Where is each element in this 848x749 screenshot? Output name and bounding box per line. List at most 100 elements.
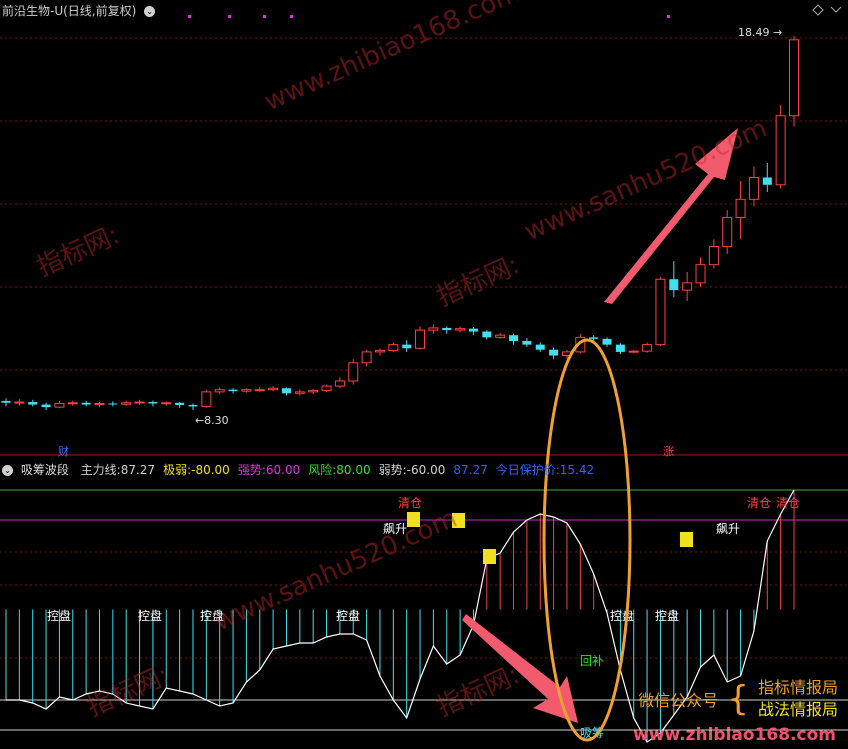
candle-body (615, 344, 625, 352)
signal-kongpan: 控盘 (655, 608, 679, 623)
signal-kongpan: 控盘 (336, 608, 360, 623)
marker-dot (290, 15, 293, 18)
indicator-item: 主力线:87.27 (80, 463, 156, 477)
indicator-item: 87.27 (453, 463, 488, 477)
marker-dot (228, 15, 231, 18)
stock-title: 前沿生物-U(日线,前复权) (2, 4, 137, 18)
signal-square (680, 532, 693, 547)
candle-body (589, 337, 599, 339)
indicator-header: ⌄ 吸筹波段 主力线:87.27 极弱:-80.00 强势:60.00 风险:80.0… (2, 461, 594, 478)
candle-body (148, 402, 158, 404)
high-label: 18.49 → (738, 26, 782, 39)
header-bar: 前沿生物-U(日线,前复权) ⌄ (2, 2, 156, 19)
candle-body (669, 279, 679, 291)
candle-body (428, 327, 439, 331)
candle-body (108, 403, 118, 405)
candle-body (374, 349, 385, 353)
site-url[interactable]: www.zhibiao168.com (633, 725, 836, 745)
chart-canvas: 18.49 →←8.30财 涨控盘 控盘 控盘 控盘 控盘 控盘飙升 飙升清仓 清仓 清仓回补吸筹 (0, 4, 848, 743)
indicator-values: 主力线:87.27 极弱:-80.00 强势:60.00 风险:80.00 弱势:-60… (73, 463, 594, 477)
candle-body (121, 402, 132, 405)
wechat-item-1: 指标情报局 (757, 678, 838, 697)
candle-body (281, 388, 291, 394)
candle-body (388, 344, 399, 351)
signal-qingcang: 清仓 (747, 496, 771, 510)
indicator-item: 今日保护价:15.42 (495, 463, 595, 477)
candle-body (535, 344, 545, 350)
signal-square (483, 549, 496, 564)
candle-body (94, 402, 105, 406)
candle-body (482, 331, 492, 338)
indicator-item: 弱势:-60.00 (378, 463, 446, 477)
candle-body (775, 115, 786, 186)
candle-body (748, 177, 759, 200)
highlight-ellipse (542, 338, 632, 742)
low-label: ←8.30 (195, 414, 229, 427)
candle-body (549, 349, 559, 356)
candle-body (294, 391, 305, 394)
candle-body (361, 351, 372, 364)
candle-body (28, 402, 38, 405)
candle-body (402, 344, 412, 349)
candle-body (1, 400, 11, 403)
candle-body (722, 216, 733, 248)
candle-body (735, 198, 746, 218)
signal-kongpan: 控盘 (610, 608, 634, 623)
marker-dot (263, 15, 266, 18)
candle-body (254, 389, 265, 392)
chevron-down-icon[interactable]: ⌄ (2, 465, 13, 476)
candle-body (509, 335, 519, 341)
candle-body (241, 389, 252, 392)
candle-body (41, 404, 51, 408)
diamond-icon (812, 4, 824, 16)
indicator-item: 风险:80.00 (308, 463, 371, 477)
signal-kongpan: 控盘 (138, 608, 162, 623)
candle-body (308, 389, 319, 393)
candle-body (175, 402, 185, 405)
candle-body (655, 278, 666, 346)
marker-dot (667, 15, 670, 18)
candle-body (214, 389, 225, 393)
indicator-item: 极弱:-80.00 (163, 463, 230, 477)
signal-qingcang: 清仓 (398, 496, 422, 510)
indicator-name: 吸筹波段 (20, 463, 69, 477)
candle-body (602, 338, 612, 345)
candle-body (762, 177, 772, 185)
wechat-item-2: 战法情报局 (757, 700, 838, 719)
candle-body (442, 327, 452, 331)
candle-body (695, 264, 706, 284)
candle-body (188, 404, 198, 407)
candle-body (54, 402, 65, 408)
brace-icon: { (727, 679, 749, 719)
signal-kongpan: 控盘 (47, 608, 71, 623)
candle-body (161, 402, 172, 405)
indicator-item: 强势:60.00 (237, 463, 301, 477)
candle-body (67, 402, 78, 405)
candle-body (455, 328, 466, 331)
candle-body (468, 328, 478, 332)
candle-body (134, 401, 145, 404)
candle-body (789, 39, 799, 117)
candle-body (268, 387, 279, 391)
signal-piaosheng: 飙升 (716, 521, 740, 536)
badge-cai: 财 (58, 444, 69, 458)
chevron-down-icon[interactable]: ⌄ (144, 6, 156, 17)
wechat-box: 微信公众号 { 指标情报局 战法情报局 (638, 677, 838, 721)
candle-body (415, 329, 426, 349)
candle-body (708, 246, 719, 266)
candle-body (321, 385, 332, 391)
candle-body (334, 380, 345, 387)
candle-body (348, 362, 359, 382)
candle-body (81, 402, 91, 405)
signal-huibu: 回补 (580, 654, 604, 668)
candle-body (522, 341, 532, 345)
candle-body (628, 350, 639, 353)
candle-body (495, 334, 506, 338)
marker-dot (188, 15, 191, 18)
chevron-down-icon (830, 6, 842, 13)
candle-body (228, 389, 238, 392)
wechat-label: 微信公众号 (638, 691, 719, 710)
candle-body (14, 401, 25, 404)
signal-qingcang: 清仓 (776, 496, 800, 510)
candle-body (682, 282, 693, 291)
